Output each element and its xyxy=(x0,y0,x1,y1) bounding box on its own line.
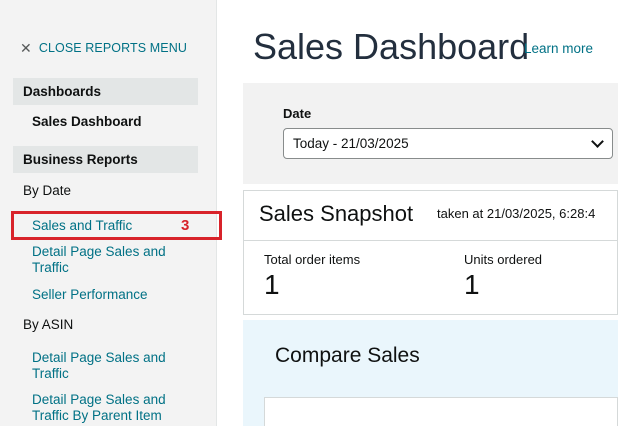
section-header-dashboards: Dashboards xyxy=(13,78,198,105)
snapshot-divider xyxy=(244,240,618,241)
close-icon: ✕ xyxy=(20,40,32,56)
metric-value-total-order-items: 1 xyxy=(264,269,280,300)
section-header-business-reports: Business Reports xyxy=(13,146,198,173)
snapshot-title: Sales Snapshot xyxy=(259,201,414,226)
group-label-by-date: By Date xyxy=(23,183,72,198)
sidebar-item-asin-detail-page-sales-and-traffic[interactable]: Detail Page Sales and Traffic xyxy=(32,350,192,382)
date-select[interactable]: Today - 21/03/2025 xyxy=(283,128,613,159)
metric-label-units-ordered: Units ordered xyxy=(464,252,543,267)
chevron-down-icon xyxy=(591,135,604,148)
sidebar-item-seller-performance[interactable]: Seller Performance xyxy=(32,287,148,303)
compare-sales-chart-card xyxy=(264,397,618,426)
sidebar-item-detail-page-sales-and-traffic[interactable]: Detail Page Sales and Traffic xyxy=(32,244,192,276)
group-label-by-asin: By ASIN xyxy=(23,317,74,332)
close-reports-menu-button[interactable]: ✕ CLOSE REPORTS MENU xyxy=(20,41,187,55)
annotation-step-number: 3 xyxy=(181,217,190,234)
page-title: Sales Dashboard xyxy=(253,26,530,67)
close-reports-menu-label: CLOSE REPORTS MENU xyxy=(38,41,187,55)
learn-more-link[interactable]: Learn more xyxy=(524,41,593,56)
sidebar-item-sales-dashboard[interactable]: Sales Dashboard xyxy=(32,114,142,129)
metric-label-total-order-items: Total order items xyxy=(264,252,361,267)
metric-value-units-ordered: 1 xyxy=(464,269,480,300)
compare-sales-title: Compare Sales xyxy=(275,344,420,367)
date-filter-label: Date xyxy=(283,106,312,121)
sidebar-item-asin-detail-page-by-parent-item[interactable]: Detail Page Sales and Traffic By Parent … xyxy=(32,392,192,424)
date-select-value: Today - 21/03/2025 xyxy=(293,136,409,151)
annotation-highlight-box xyxy=(11,211,222,240)
snapshot-timestamp: taken at 21/03/2025, 6:28:4 xyxy=(437,206,596,221)
